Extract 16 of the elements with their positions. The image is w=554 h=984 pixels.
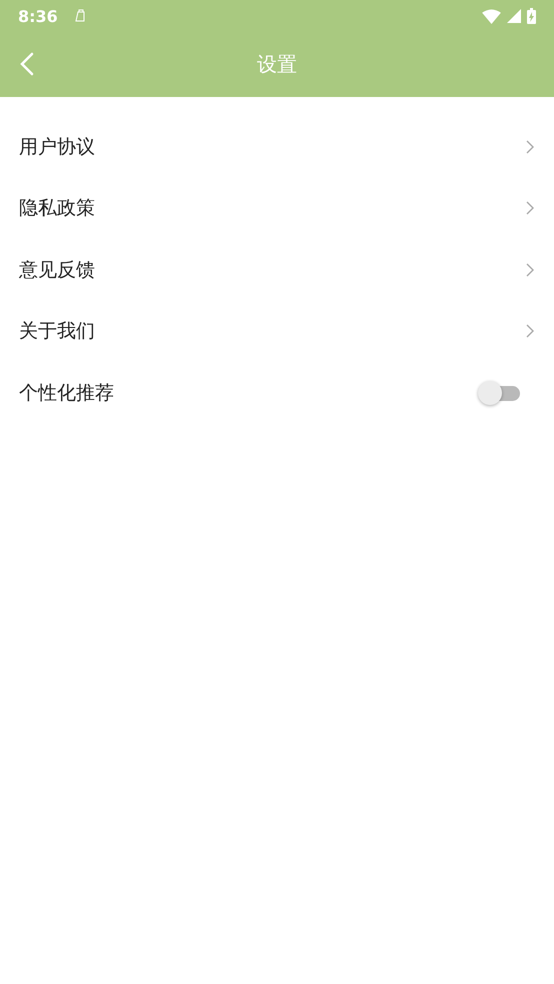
page-title: 设置: [257, 51, 297, 78]
chevron-icon: [526, 324, 534, 338]
settings-item[interactable]: 关于我们: [0, 300, 554, 362]
settings-item[interactable]: 隐私政策: [0, 178, 554, 239]
chevron-icon: [526, 262, 534, 277]
signal-icon: [507, 9, 521, 23]
toggle-switch[interactable]: [478, 380, 522, 406]
status-time: 8:36: [18, 6, 58, 26]
battery-icon: [527, 8, 536, 24]
wifi-icon: [482, 8, 501, 24]
setting-label: 个性化推荐: [19, 380, 114, 406]
settings-item[interactable]: 用户协议: [0, 116, 554, 178]
chevron-icon: [526, 140, 534, 154]
back-button[interactable]: [20, 52, 34, 76]
chevron-icon: [526, 201, 534, 216]
settings-item[interactable]: 意见反馈: [0, 239, 554, 300]
